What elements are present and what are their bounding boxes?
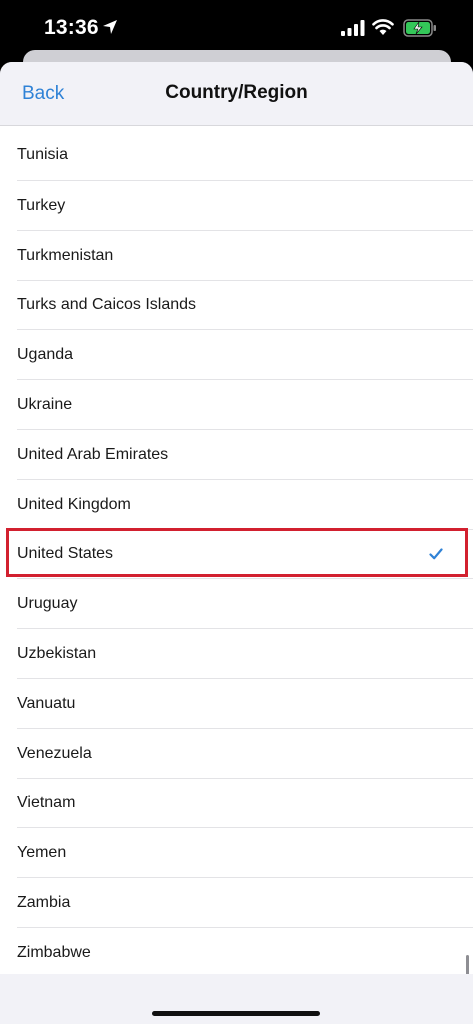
bottom-safe-area [0,974,473,1024]
list-item-label: Uruguay [17,595,78,613]
checkmark-icon [429,548,443,560]
list-item-united-states[interactable]: United States [0,530,473,580]
screen: 13:36 Back Country/Region Tunisia Turkey… [0,0,473,1024]
home-indicator[interactable] [152,1011,320,1016]
list-item-label: Yemen [17,844,67,862]
list-item-yemen[interactable]: Yemen [0,828,473,878]
list-item-label: Uzbekistan [17,645,97,663]
list-item-label: Vanuatu [17,694,76,712]
list-item-uruguay[interactable]: Uruguay [0,579,473,629]
list-item-label: Ukraine [17,396,73,414]
list-item-turkmenistan[interactable]: Turkmenistan [0,231,473,281]
list-item-label: Venezuela [17,744,92,762]
wifi-icon [372,19,394,35]
list-item-label: United Arab Emirates [17,445,169,463]
list-item-label: Turkmenistan [17,246,114,264]
list-item-label: Turks and Caicos Islands [17,296,197,314]
list-item-label: Zimbabwe [17,943,91,961]
list-item-ukraine[interactable]: Ukraine [0,380,473,430]
list-item-united-kingdom[interactable]: United Kingdom [0,480,473,530]
list-item-label: Turkey [17,196,66,214]
list-item-label: United States [17,545,114,563]
list-item-label: Zambia [17,894,71,912]
list-item-vanuatu[interactable]: Vanuatu [0,679,473,729]
list-item-zimbabwe[interactable]: Zimbabwe [0,928,473,978]
list-item-uganda[interactable]: Uganda [0,330,473,380]
list-item-vietnam[interactable]: Vietnam [0,779,473,829]
battery-charging-icon [403,19,436,37]
list-item-united-arab-emirates[interactable]: United Arab Emirates [0,430,473,480]
list-item-uzbekistan[interactable]: Uzbekistan [0,629,473,679]
list-item-turkey[interactable]: Turkey [0,181,473,231]
list-item-tunisia[interactable]: Tunisia [0,126,473,181]
country-list: Tunisia Turkey Turkmenistan Turks and Ca… [0,126,473,974]
navigation-bar: Back Country/Region [0,62,473,126]
list-item-label: United Kingdom [17,495,131,513]
list-item-zambia[interactable]: Zambia [0,878,473,928]
list-item-label: Vietnam [17,794,76,812]
country-region-sheet: Back Country/Region Tunisia Turkey Turkm… [0,62,473,1024]
list-item-label: Tunisia [17,146,68,163]
page-title: Country/Region [165,82,308,103]
list-item-turks-and-caicos-islands[interactable]: Turks and Caicos Islands [0,281,473,331]
location-arrow-icon [103,20,117,34]
status-time: 13:36 [44,16,99,39]
list-item-venezuela[interactable]: Venezuela [0,729,473,779]
list-item-label: Uganda [17,346,74,364]
cellular-signal-icon [341,20,365,36]
